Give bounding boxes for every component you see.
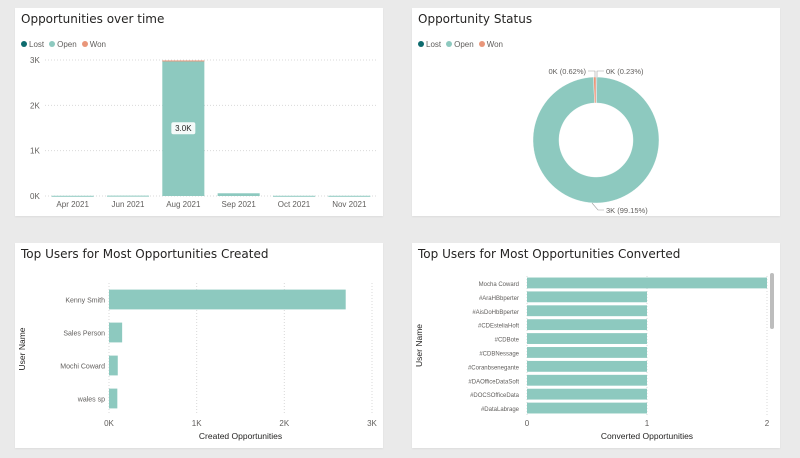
top-users-converted-bar-chart: 0 1 2 Mocha Coward #AraHBbperter #AisDoHbBper…	[414, 276, 770, 441]
bar-open	[272, 195, 316, 197]
top-users-created-bar-chart: 0K 1K 2K 3K Kenny Smith Sales Person Mochi Cow…	[17, 283, 378, 441]
y-category-label: #CDEsteliaHoft	[478, 324, 519, 330]
bar	[527, 360, 647, 372]
y-category-label: Sales Person	[63, 331, 105, 338]
y-category-label: Mocha Coward	[479, 282, 519, 288]
y-axis-title: User Name	[414, 324, 424, 367]
leader-line	[596, 70, 604, 77]
x-tick-label: 1	[645, 419, 650, 428]
y-axis-title: User Name	[17, 327, 27, 370]
opportunities-column-chart: 0K 1K 2K 3K Apr 2021 Jun 2021 Aug 2021 Sep 2021…	[30, 56, 377, 209]
y-category-label: Kenny Smith	[65, 298, 105, 305]
y-tick-label: 1K	[30, 147, 40, 156]
bar-open	[217, 193, 260, 196]
top-users-created-card: Top Users for Most Opportunities Created…	[15, 243, 383, 448]
top-users-converted-card: Top Users for Most Opportunities Convert…	[412, 243, 780, 448]
y-category-label: #DAOfficeDataSoft	[468, 379, 519, 385]
bar	[527, 347, 647, 358]
leader-line	[588, 70, 596, 77]
y-category-label: #AisDoHbBperter	[472, 310, 519, 316]
x-tick-label: Nov 2021	[332, 200, 367, 209]
bar-open	[328, 195, 371, 197]
x-axis-title: Created Opportunities	[199, 431, 282, 441]
bar	[109, 388, 118, 409]
bar	[527, 388, 647, 400]
bar	[527, 402, 647, 414]
bar	[527, 291, 647, 303]
bar	[527, 374, 647, 386]
x-tick-label: 3K	[367, 419, 377, 428]
bar-open	[106, 195, 150, 197]
bar	[527, 277, 767, 289]
x-tick-label: Sep 2021	[222, 200, 257, 209]
bar	[527, 319, 647, 331]
x-tick-label: 1K	[192, 419, 202, 428]
bar	[109, 289, 346, 310]
y-category-label: #AraHBbperter	[479, 296, 519, 302]
scrollbar[interactable]	[770, 273, 774, 329]
y-category-label: #CDBNessage	[479, 351, 519, 357]
y-tick-label: 3K	[30, 56, 40, 65]
bar	[527, 333, 647, 344]
x-tick-label: 0	[525, 419, 530, 428]
x-tick-label: Jun 2021	[112, 200, 145, 209]
opportunities-over-time-card: Opportunities over time Lost Open Won 0K…	[15, 8, 383, 216]
opportunity-status-card: Opportunity Status Lost Open Won 0K (0.6…	[412, 8, 780, 216]
bar-won	[162, 60, 205, 62]
bar	[109, 322, 123, 343]
y-category-label: wales sp	[77, 397, 105, 404]
x-tick-label: 0K	[104, 419, 114, 428]
y-category-label: #CDBote	[495, 338, 520, 344]
y-tick-label: 0K	[30, 192, 40, 201]
y-tick-label: 2K	[30, 101, 40, 110]
y-category-label: Mochi Coward	[60, 364, 105, 371]
x-tick-label: Oct 2021	[278, 200, 311, 209]
opportunity-status-donut: 0K (0.62%) 0K (0.23%) 3K (99.15%)	[532, 67, 660, 215]
y-category-label: #Coranbsenegante	[468, 365, 520, 371]
y-category-label: #DataLabrage	[481, 407, 520, 413]
y-category-label: #DOCSOfficeData	[470, 393, 520, 399]
x-tick-label: 2	[765, 419, 770, 428]
slice-label: 0K (0.62%)	[548, 67, 586, 76]
data-label: 3.0K	[175, 124, 192, 133]
leader-line	[591, 202, 604, 211]
bar	[527, 305, 647, 317]
bar-open	[51, 195, 94, 197]
slice-label: 0K (0.23%)	[606, 67, 644, 76]
slice-label: 3K (99.15%)	[606, 206, 648, 215]
x-tick-label: Aug 2021	[166, 200, 201, 209]
x-axis-title: Converted Opportunities	[601, 431, 693, 441]
x-tick-label: Apr 2021	[56, 200, 89, 209]
bar	[109, 355, 118, 376]
x-tick-label: 2K	[279, 419, 289, 428]
